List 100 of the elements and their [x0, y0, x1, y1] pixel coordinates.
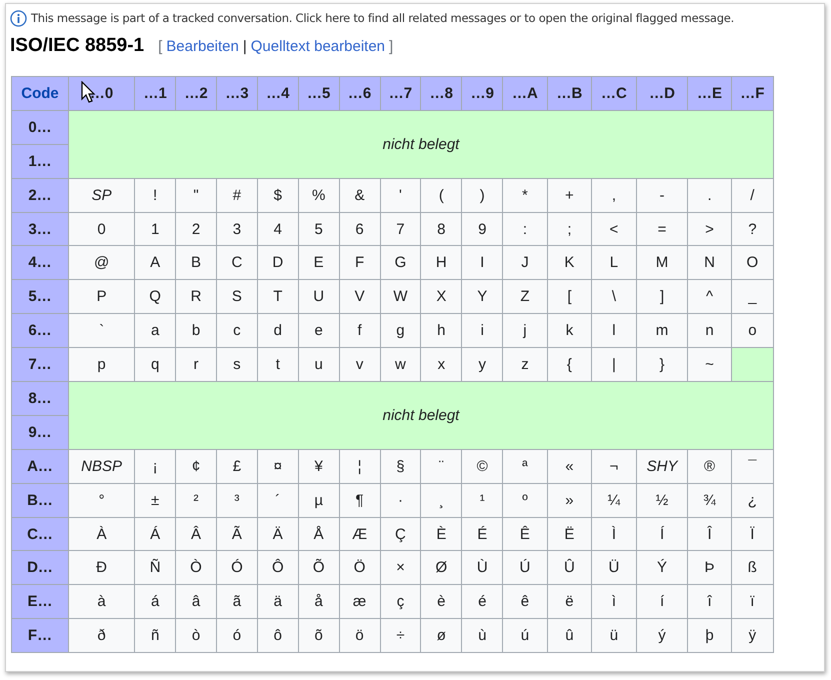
separator: |	[242, 38, 247, 55]
row-header: 2…	[12, 178, 68, 212]
table-cell: Ú	[502, 550, 548, 585]
table-cell: µ	[298, 483, 340, 518]
table-cell: x	[420, 348, 462, 382]
row-header: 4…	[12, 246, 68, 280]
table-cell: ¿	[731, 483, 774, 518]
row-header: D…	[12, 550, 68, 585]
table-cell: ®	[688, 449, 732, 484]
column-header[interactable]: Code	[12, 76, 68, 110]
edit-link[interactable]: Bearbeiten	[166, 38, 239, 55]
table-cell: c	[216, 314, 258, 348]
table-cell: O	[731, 246, 774, 280]
table-cell: b	[176, 314, 216, 348]
table-cell: i	[462, 314, 503, 348]
table-cell: Ä	[257, 517, 298, 551]
column-header: …1	[134, 76, 176, 110]
table-cell: T	[257, 280, 298, 314]
table-cell: Ø	[420, 550, 462, 585]
table-cell: ³	[216, 483, 258, 518]
table-cell: ¢	[176, 449, 216, 484]
table-cell: å	[298, 584, 340, 619]
column-header: …2	[176, 76, 216, 110]
table-cell: Y	[462, 280, 503, 314]
table-cell: n	[688, 314, 732, 348]
table-cell: \	[592, 280, 636, 314]
table-cell: nicht belegt	[68, 382, 774, 450]
column-header: …3	[216, 76, 258, 110]
table-cell: G	[380, 246, 421, 280]
table-cell: ;	[547, 212, 592, 246]
table-cell: ~	[688, 348, 732, 382]
row-header: B…	[12, 483, 68, 518]
table-cell: D	[257, 246, 298, 280]
table-cell: U	[298, 280, 340, 314]
table-cell: ¹	[462, 483, 503, 518]
table-cell: ã	[216, 584, 258, 619]
table-cell: ^	[688, 280, 732, 314]
table-cell: k	[547, 314, 592, 348]
column-header: …E	[688, 76, 732, 110]
table-cell: ¦	[339, 449, 380, 484]
table-cell: «	[547, 449, 592, 484]
table-cell: 2	[176, 212, 216, 246]
info-icon	[10, 10, 27, 26]
table-cell: Ç	[380, 517, 421, 551]
table-cell: ´	[257, 483, 298, 518]
table-cell: -	[636, 178, 688, 212]
table-cell: *	[502, 178, 548, 212]
table-cell: j	[502, 314, 548, 348]
table-cell: &	[339, 178, 380, 212]
table-cell: ?	[731, 212, 774, 246]
table-cell: ç	[380, 584, 421, 619]
table-cell: ¬	[592, 449, 636, 484]
table-cell: é	[462, 584, 503, 619]
table-cell: ¾	[688, 483, 732, 518]
table-cell: W	[380, 280, 421, 314]
table-cell: Ü	[592, 550, 636, 585]
table-cell: À	[68, 517, 135, 551]
table-cell: E	[298, 246, 340, 280]
table-cell: ì	[592, 584, 636, 619]
edit-link[interactable]: Quelltext bearbeiten	[250, 38, 386, 55]
table-cell: ¶	[339, 483, 380, 518]
table-cell: ,	[592, 178, 636, 212]
table-cell: R	[176, 280, 216, 314]
table-cell: ÿ	[731, 618, 774, 653]
table-cell: |	[592, 348, 636, 382]
table-cell: Ð	[68, 550, 135, 585]
table-cell: 6	[339, 212, 380, 246]
row-header: 8…	[12, 382, 68, 416]
table-cell: ò	[176, 618, 216, 653]
table-cell: y	[462, 348, 503, 382]
table-cell: z	[502, 348, 548, 382]
row-header: 6…	[12, 314, 68, 348]
banner-text[interactable]: This message is part of a tracked conversation. Click here to find all related messages or to open the original flagged message.	[31, 11, 734, 25]
table-cell: }	[636, 348, 688, 382]
table-cell: ©	[462, 449, 503, 484]
table-cell: 1	[134, 212, 176, 246]
table-cell: ä	[257, 584, 298, 619]
table-cell: Ý	[636, 550, 688, 585]
bracket: [	[158, 38, 162, 55]
table-cell: §	[380, 449, 421, 484]
table-cell: ¡	[134, 449, 176, 484]
table-cell: /	[731, 178, 774, 212]
table-cell: C	[216, 246, 258, 280]
table-cell: .	[688, 178, 732, 212]
table-cell: V	[339, 280, 380, 314]
table-cell: ²	[176, 483, 216, 518]
table-cell: ª	[502, 449, 548, 484]
table-cell: à	[68, 584, 135, 619]
table-cell: f	[339, 314, 380, 348]
table-cell: ß	[731, 550, 774, 585]
table-cell: L	[592, 246, 636, 280]
table-cell: æ	[339, 584, 380, 619]
table-cell: 7	[380, 212, 421, 246]
table-cell: ñ	[134, 618, 176, 653]
table-cell: Â	[176, 517, 216, 551]
table-cell: e	[298, 314, 340, 348]
table-cell: 0	[68, 212, 135, 246]
row-header: 3…	[12, 212, 68, 246]
column-header: …0	[68, 76, 135, 110]
table-cell: "	[176, 178, 216, 212]
